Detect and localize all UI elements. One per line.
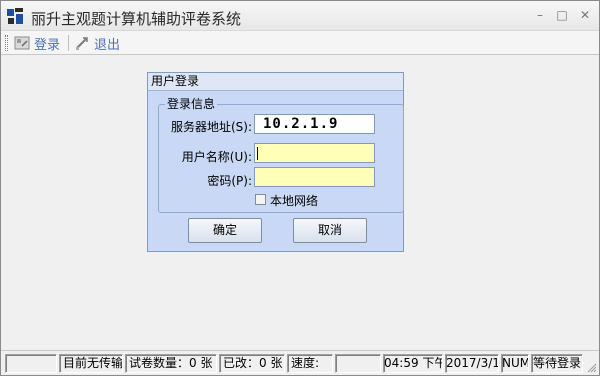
- status-paper-count: 试卷数量：0 张: [125, 354, 217, 373]
- dialog-title: 用户登录: [148, 73, 403, 91]
- status-cell-blank: [335, 354, 381, 373]
- server-address-input[interactable]: 10.2.1.9: [254, 114, 375, 134]
- status-bar: 目前无传输 试卷数量：0 张 已改：0 张 速度: 04:59 下午 2017/…: [1, 350, 599, 375]
- server-address-label: 服务器地址(S):: [170, 120, 252, 134]
- ok-button[interactable]: 确定: [188, 218, 262, 243]
- login-dialog: 用户登录 登录信息 服务器地址(S): 10.2.1.9 用户名称(U): 密码…: [147, 72, 404, 252]
- local-network-checkbox[interactable]: [255, 194, 266, 205]
- status-graded-count: 已改：0 张: [219, 354, 285, 373]
- toolbar-grip[interactable]: [5, 35, 8, 51]
- app-logo-icon: [7, 8, 23, 24]
- logout-button[interactable]: 退出: [74, 33, 120, 53]
- toolbar-separator: [68, 35, 69, 51]
- local-network-label[interactable]: 本地网络: [270, 192, 318, 209]
- login-button[interactable]: 登录: [14, 33, 60, 53]
- status-login-state: 等待登录: [531, 354, 583, 373]
- logout-label: 退出: [94, 37, 121, 53]
- toolbar: 登录 退出: [1, 31, 599, 55]
- main-window: 丽升主观题计算机辅助评卷系统 – □ ✕ 登录 退出 用户登录 登录信息 服务器…: [0, 0, 600, 376]
- login-icon: [14, 36, 30, 50]
- status-transfer: 目前无传输: [59, 354, 123, 373]
- group-label: 登录信息: [165, 97, 218, 111]
- username-input[interactable]: [254, 143, 375, 163]
- status-cell-empty: [5, 354, 57, 373]
- status-time: 04:59 下午: [383, 354, 443, 373]
- logout-icon: [76, 37, 88, 50]
- login-label: 登录: [34, 37, 61, 53]
- text-caret: [257, 147, 258, 160]
- cancel-button[interactable]: 取消: [293, 218, 367, 243]
- username-label: 用户名称(U):: [181, 150, 252, 164]
- close-button[interactable]: ✕: [577, 7, 593, 23]
- resize-grip-icon[interactable]: [585, 361, 597, 373]
- status-speed: 速度:: [287, 354, 333, 373]
- status-date: 2017/3/10: [445, 354, 499, 373]
- maximize-button[interactable]: □: [554, 7, 570, 23]
- title-bar[interactable]: 丽升主观题计算机辅助评卷系统 – □ ✕: [1, 1, 599, 31]
- minimize-button[interactable]: –: [532, 7, 548, 23]
- status-numlock: NUM: [501, 354, 529, 373]
- password-input[interactable]: [254, 167, 375, 187]
- window-title: 丽升主观题计算机辅助评卷系统: [31, 10, 242, 28]
- password-label: 密码(P):: [207, 174, 252, 188]
